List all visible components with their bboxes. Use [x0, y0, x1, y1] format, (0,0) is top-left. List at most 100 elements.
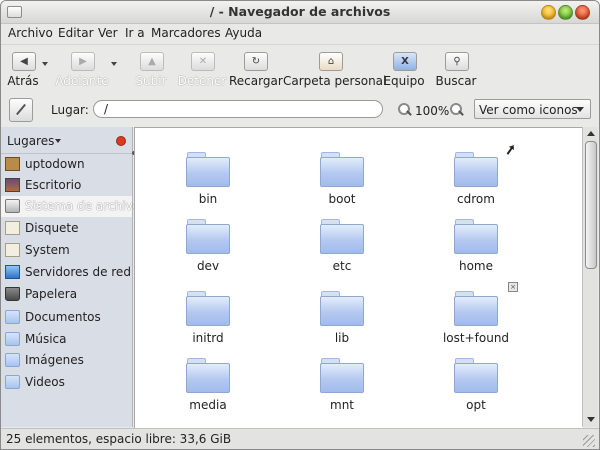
folder-icon [186, 219, 230, 254]
up-button[interactable]: ▲ Subir [133, 50, 169, 92]
folder-icon [320, 358, 364, 393]
folder-name: lib [334, 331, 350, 345]
folder-name: mnt [330, 398, 354, 412]
folder-item-cdrom[interactable]: cdrom [411, 146, 541, 216]
floppy-icon [5, 243, 20, 257]
symbolic-link-emblem-icon [506, 146, 514, 155]
folder-item-bin[interactable]: bin [143, 152, 273, 216]
close-button[interactable] [575, 5, 590, 20]
title-bar[interactable]: / - Navegador de archivos [1, 1, 599, 24]
folder-icon [186, 358, 230, 393]
zoom-level[interactable]: 100% [415, 104, 449, 118]
folder-item-initrd[interactable]: initrd [143, 291, 273, 355]
menu-editar[interactable]: Editar [58, 26, 94, 40]
folder-name: cdrom [457, 192, 495, 206]
menu-ayuda[interactable]: Ayuda [225, 26, 262, 40]
folder-icon [186, 152, 230, 187]
folder-item-etc[interactable]: etc [277, 219, 407, 283]
folder-name: opt [466, 398, 486, 412]
sidebar: Lugares uptodown Escritorio Sistema de a… [1, 127, 146, 427]
sidebar-item-uptodown[interactable]: uptodown [1, 154, 132, 175]
stop-icon: ✕ [191, 52, 215, 71]
window-title: / - Navegador de archivos [209, 4, 391, 19]
sidebar-item-disquete[interactable]: Disquete [1, 218, 132, 239]
menu-archivo[interactable]: Archivo [8, 26, 53, 40]
search-button[interactable]: ⚲ Buscar [435, 50, 477, 92]
sidebar-header[interactable]: Lugares [1, 127, 132, 154]
folder-name: lost+found [442, 331, 510, 345]
sidebar-item-musica[interactable]: Música [1, 329, 132, 350]
stop-button[interactable]: ✕ Detener [177, 50, 227, 92]
forward-history-chevron-icon[interactable] [111, 62, 117, 66]
folder-item-mnt[interactable]: mnt [277, 358, 407, 422]
folder-item-media[interactable]: media [143, 358, 273, 422]
location-bar: Lugar: 100% Ver como iconos [1, 95, 599, 125]
folder-name: boot [328, 192, 356, 206]
close-sidebar-icon[interactable] [116, 136, 126, 146]
back-history-chevron-icon[interactable] [42, 62, 48, 66]
folder-name: media [189, 398, 227, 412]
computer-button[interactable]: X Equipo [383, 50, 425, 92]
floppy-icon [5, 221, 20, 235]
back-button[interactable]: ◀ Atrás [5, 50, 41, 92]
folder-item-home[interactable]: home [411, 219, 541, 283]
sidebar-item-escritorio[interactable]: Escritorio [1, 175, 132, 196]
folder-name: initrd [192, 331, 224, 345]
home-folder-button[interactable]: ⌂ Carpeta personal [283, 50, 386, 92]
scroll-down-arrow-icon[interactable] [587, 417, 595, 422]
folder-icon [454, 291, 498, 326]
reload-icon: ↻ [244, 52, 268, 71]
folder-icon [186, 291, 230, 326]
vertical-scrollbar[interactable] [582, 127, 598, 427]
scrollbar-thumb[interactable] [585, 141, 597, 269]
resize-grip-icon[interactable] [583, 435, 595, 447]
minimize-button[interactable] [541, 5, 556, 20]
sidebar-item-imagenes[interactable]: Imágenes [1, 350, 132, 371]
folder-item-lib[interactable]: lib [277, 291, 407, 355]
sidebar-item-documentos[interactable]: Documentos [1, 307, 132, 328]
scroll-up-arrow-icon[interactable] [587, 131, 595, 136]
menu-marcadores[interactable]: Marcadores [151, 26, 221, 40]
file-icon-view[interactable]: bin boot cdrom dev etc home initrd lib ×… [134, 127, 583, 428]
folder-icon [5, 310, 20, 324]
right-arrow-icon: ▶ [71, 52, 95, 71]
view-mode-select[interactable]: Ver como iconos [474, 99, 591, 119]
sidebar-item-papelera[interactable]: Papelera [1, 284, 132, 305]
zoom-out-icon[interactable] [397, 103, 412, 117]
menu-bar: Archivo Editar Ver Ir a Marcadores Ayuda [1, 23, 599, 43]
file-browser-window: / - Navegador de archivos Archivo Editar… [0, 0, 600, 450]
folder-icon [454, 152, 498, 187]
sidebar-header-label: Lugares [7, 134, 55, 148]
home-icon: ⌂ [319, 52, 343, 71]
sidebar-item-sistema-de-archivos[interactable]: Sistema de archivos [1, 196, 146, 217]
forward-button[interactable]: ▶ Adelante [55, 50, 109, 92]
maximize-button[interactable] [558, 5, 573, 20]
folder-item-dev[interactable]: dev [143, 219, 273, 283]
search-icon: ⚲ [445, 52, 469, 71]
folder-icon [320, 219, 364, 254]
folder-item-lost-found[interactable]: × lost+found [411, 282, 541, 355]
sidebar-item-servidores-de-red[interactable]: Servidores de red [1, 262, 132, 283]
trash-icon [5, 287, 20, 301]
folder-name: etc [332, 259, 352, 273]
location-input[interactable] [93, 100, 383, 118]
location-edit-toggle[interactable] [9, 98, 33, 122]
folder-icon [320, 152, 364, 187]
folder-item-opt[interactable]: opt [411, 358, 541, 422]
menu-ir-a[interactable]: Ir a [125, 26, 145, 40]
locked-emblem-icon: × [508, 282, 518, 292]
computer-icon: X [393, 52, 417, 71]
zoom-in-icon[interactable] [449, 103, 464, 117]
menu-ver[interactable]: Ver [98, 26, 118, 40]
view-mode-value: Ver como iconos [479, 103, 578, 117]
status-bar: 25 elementos, espacio libre: 33,6 GiB [1, 428, 599, 449]
drive-icon [5, 199, 20, 213]
sidebar-item-videos[interactable]: Videos [1, 372, 132, 393]
sidebar-item-system[interactable]: System [1, 240, 132, 261]
reload-button[interactable]: ↻ Recargar [229, 50, 283, 92]
folder-item-boot[interactable]: boot [277, 152, 407, 216]
up-arrow-icon: ▲ [140, 52, 164, 71]
chevron-down-icon [55, 139, 61, 143]
status-text: 25 elementos, espacio libre: 33,6 GiB [6, 432, 232, 446]
folder-icon [454, 358, 498, 393]
